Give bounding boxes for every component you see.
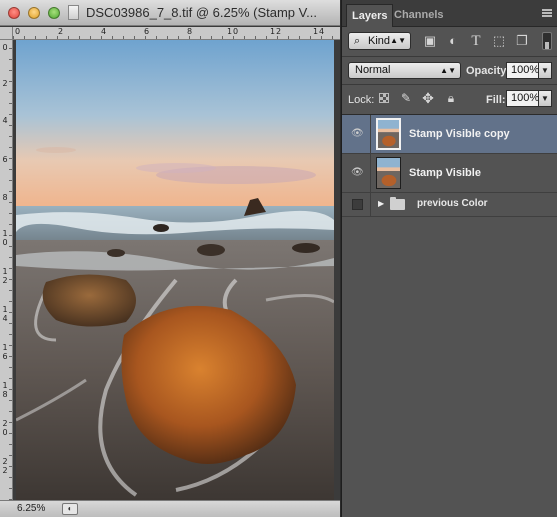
lock-position-icon[interactable]: ✥ [420,90,436,106]
layer-row[interactable]: 👁︎ Stamp Visible copy [342,115,557,154]
ruler-label: 1 [2,381,8,390]
ruler-label: 1 [2,267,8,276]
document-title: DSC03986_7_8.tif @ 6.25% (Stamp V... [86,5,317,20]
minimize-window-button[interactable] [28,7,40,19]
visibility-toggle[interactable]: 👁︎ [342,154,371,192]
zoom-level[interactable]: 6.25% [17,503,45,514]
stepper-arrows-icon: ▲▼ [440,66,456,75]
divider [342,84,557,85]
ruler-label: 4 [101,27,107,36]
document-proxy-icon[interactable] [68,5,79,20]
layer-filter-bar: ⌕ Kind ▲▼ ▣ ◐ T ⬚ ❐ [342,28,557,56]
vertical-ruler[interactable]: 0 2 4 6 8 1 0 1 2 1 4 1 6 1 8 2 0 2 2 [0,40,13,500]
filter-toggle-switch[interactable] [542,32,552,50]
hidden-visibility-box [352,199,363,210]
ruler-label: 2 [2,79,8,88]
status-bar: 6.25% ◐ [0,500,340,517]
fill-field[interactable]: 100% [506,90,539,107]
ruler-label: 6 [2,155,8,164]
ruler-label: 8 [187,27,193,36]
eye-icon: 👁︎ [351,167,364,178]
layer-row[interactable]: 👁︎ Stamp Visible [342,154,557,193]
layer-name[interactable]: Stamp Visible [409,167,481,179]
ruler-label: 2 [2,276,8,285]
layer-thumbnail[interactable] [376,157,401,189]
group-name[interactable]: previous Color [417,198,488,209]
panel-tab-bar: Layers Channels [342,0,557,27]
adjustment-filter-icon[interactable]: ◐ [445,33,461,49]
layers-panel: Layers Channels ⌕ Kind ▲▼ ▣ ◐ T ⬚ ❐ Norm… [341,0,557,517]
layer-thumbnail[interactable] [376,118,401,150]
shape-filter-icon[interactable]: ⬚ [491,33,507,49]
ruler-label: 2 [58,27,64,36]
ruler-label: 1 [227,27,233,36]
ruler-label: 2 [2,457,8,466]
expand-triangle-icon[interactable]: ▶ [378,199,384,208]
ruler-label: 6 [144,27,150,36]
eye-icon: 👁︎ [351,128,364,139]
divider [342,56,557,57]
image-filter-icon[interactable]: ▣ [422,33,438,49]
ruler-label: 1 [313,27,319,36]
ruler-label: 6 [2,352,8,361]
tab-layers[interactable]: Layers [346,4,394,27]
opacity-field[interactable]: 100% [506,62,539,79]
ruler-label: 4 [2,314,8,323]
layer-list: 👁︎ Stamp Visible copy 👁︎ Stamp Visible ▶… [342,114,557,517]
ruler-label: 1 [2,343,8,352]
horizontal-ruler[interactable]: 0 2 4 6 8 1 0 1 2 1 4 [13,27,340,40]
lock-label: Lock: [348,94,375,106]
tab-channels[interactable]: Channels [394,9,444,21]
fill-dropdown-arrow[interactable]: ▼ [538,90,552,107]
stepper-arrows-icon: ▲▼ [390,36,406,45]
filter-kind-select[interactable]: ⌕ Kind ▲▼ [348,32,411,50]
ruler-label: 4 [2,116,8,125]
ruler-label: 2 [276,27,282,36]
layer-name[interactable]: Stamp Visible copy [409,128,510,140]
opacity-label: Opacity: [466,65,511,77]
ruler-label: 4 [319,27,325,36]
ruler-label: 2 [2,466,8,475]
ruler-label: 0 [15,27,21,36]
fill-label: Fill: [486,94,506,106]
filter-kind-label: Kind [368,35,391,47]
zoom-window-button[interactable] [48,7,60,19]
opacity-dropdown-arrow[interactable]: ▼ [538,62,552,79]
smart-object-filter-icon[interactable]: ❐ [514,33,530,49]
lock-all-icon[interactable]: 🔒︎ [443,90,459,106]
ruler-label: 0 [2,43,8,52]
folder-icon [390,197,405,210]
ruler-label: 0 [2,428,8,437]
blend-mode-select[interactable]: Normal ▲▼ [348,62,461,79]
ruler-label: 1 [2,305,8,314]
document-titlebar[interactable]: DSC03986_7_8.tif @ 6.25% (Stamp V... [0,0,340,26]
type-filter-icon[interactable]: T [468,33,484,49]
ruler-label: 0 [233,27,239,36]
visibility-toggle[interactable]: 👁︎ [342,115,371,153]
panel-menu-icon[interactable] [542,9,552,17]
visibility-toggle[interactable] [342,193,371,216]
ruler-label: 1 [2,229,8,238]
ruler-label: 8 [2,390,8,399]
ruler-label: 0 [2,238,8,247]
ruler-origin[interactable] [0,27,13,40]
lock-transparent-pixels-icon[interactable] [379,93,389,103]
canvas-area[interactable] [13,40,340,500]
search-icon: ⌕ [354,35,361,47]
layer-group-row[interactable]: ▶ previous Color [342,193,557,217]
lock-image-pixels-icon[interactable]: ✎ [398,90,414,106]
close-window-button[interactable] [8,7,20,19]
document-window: DSC03986_7_8.tif @ 6.25% (Stamp V... 0 2… [0,0,340,517]
ruler-label: 1 [270,27,276,36]
ruler-label: 2 [2,419,8,428]
seascape-photo[interactable] [16,40,334,500]
ruler-label: 8 [2,193,8,202]
blend-mode-value: Normal [355,64,391,76]
document-info-icon[interactable]: ◐ [62,503,78,515]
